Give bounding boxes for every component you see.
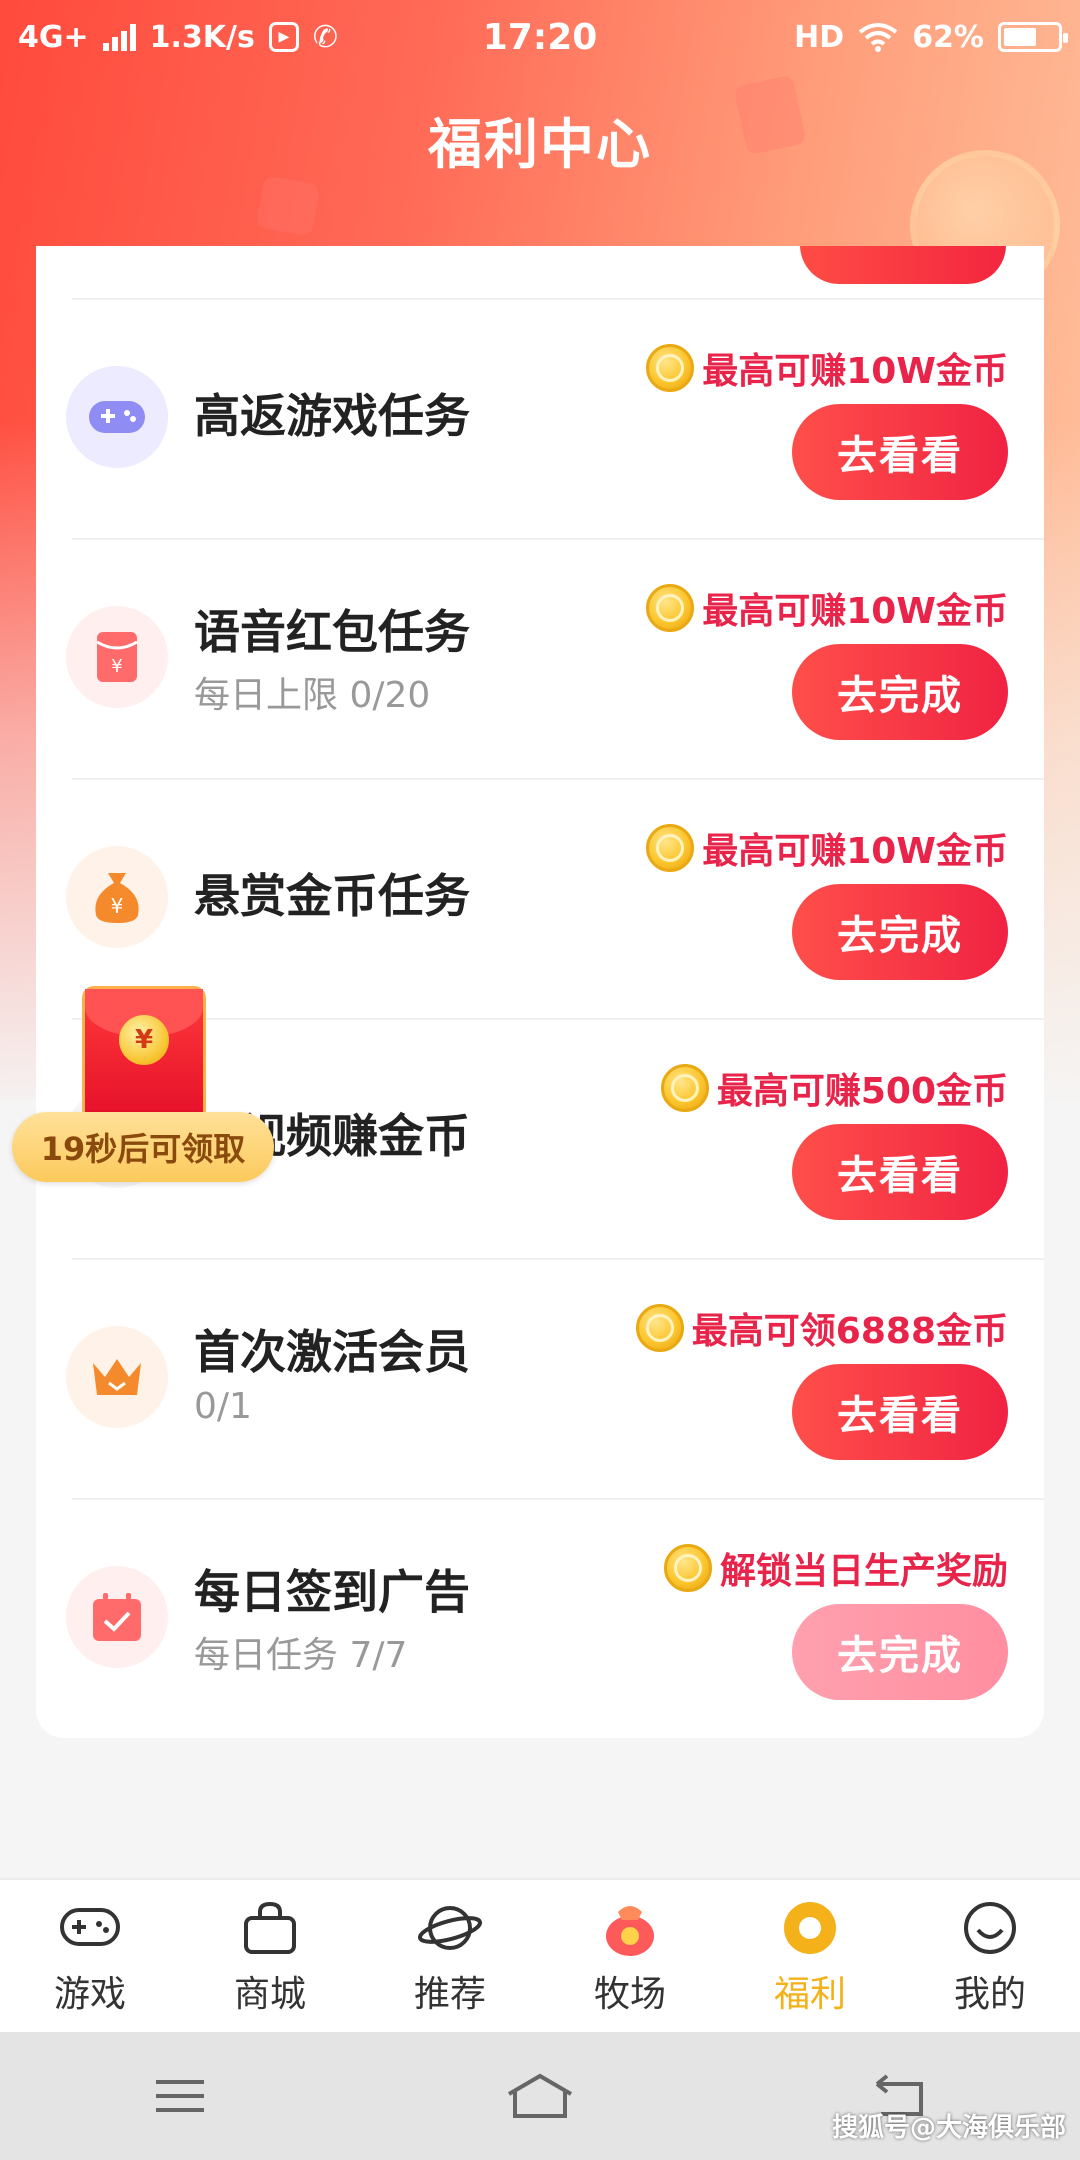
nav-label: 商城 [233,1974,306,2015]
row-divider [72,1018,1044,1020]
row-divider [72,1258,1044,1260]
nav-label: 牧场 [593,1974,666,2015]
gold-coin-icon [660,1064,709,1112]
home-icon [507,2073,573,2118]
signal-icon [102,23,136,51]
task-row: 每日签到广告每日任务 7/7 解锁当日生产奖励去完成 [36,1498,1044,1738]
nav-label: 我的 [953,1974,1026,2015]
network-speed: 1.3K/s [149,19,255,55]
nav-item-3[interactable]: 牧场 [540,1880,720,2032]
reward-text: 最高可赚500金币 [716,1071,1008,1112]
task-subtitle: 0/1 [194,1386,252,1427]
row-divider [72,778,1044,780]
watermark: 搜狐号@大海俱乐部 [831,2113,1066,2143]
nav-item-4[interactable]: 福利 [720,1880,900,2032]
task-reward: 最高可赚10W金币 [646,822,1008,874]
task-action-button[interactable]: 去完成 [792,884,1008,980]
yuan-coin-icon: ¥ [119,1015,169,1065]
decorative-envelope [255,175,321,237]
menu-icon [156,2080,204,2112]
battery-icon [998,22,1068,52]
task-reward: 解锁当日生产奖励 [663,1542,1008,1594]
home-button[interactable] [500,2066,580,2126]
task-title: 首次激活会员 [194,1325,470,1379]
task-subtitle: 每日上限 0/20 [194,675,431,716]
row-divider [72,1498,1044,1500]
task-title: 悬赏金币任务 [194,869,470,923]
planet-icon [417,1895,483,1961]
floating-red-packet[interactable]: ¥ [82,986,206,1122]
task-reward: 最高可赚10W金币 [646,582,1008,634]
reward-text: 解锁当日生产奖励 [719,1551,1008,1592]
gold-coin-icon [663,1544,712,1592]
task-action-button[interactable]: 去看看 [792,404,1008,500]
nav-item-5[interactable]: 我的 [900,1880,1080,2032]
svg-text:¥: ¥ [111,656,122,677]
phone-icon: ✆ [312,19,338,55]
task-title: 高返游戏任务 [194,389,470,443]
gold-coin-icon [646,824,695,872]
calendar-check-icon [66,1566,168,1668]
money-bag-icon: ¥ [66,846,168,948]
row-divider [72,538,1044,540]
wifi-icon [858,23,898,52]
nav-label: 福利 [773,1974,846,2015]
welfare-coin-icon [777,1895,843,1961]
task-title: 语音红包任务 [194,605,470,659]
task-reward: 最高可领6888金币 [635,1302,1008,1354]
row-divider [72,298,1044,300]
battery-percent: 62% [912,19,984,55]
gold-coin-icon [646,584,695,632]
network-type: 4G+ [18,19,89,55]
task-title: 每日签到广告 [194,1565,470,1619]
task-row: ¥ 悬赏金币任务 最高可赚10W金币去完成 [36,778,1044,1018]
reward-text: 最高可赚10W金币 [702,591,1008,632]
packet-timer[interactable]: 19秒后可领取 [12,1112,274,1182]
task-action-button[interactable]: 去看看 [792,1124,1008,1220]
task-row: 高返游戏任务 最高可赚10W金币去看看 [36,298,1044,538]
nav-label: 推荐 [413,1974,486,2015]
bottom-nav: 游戏 商城 推荐 牧场 福利 我的 [0,1878,1080,2032]
nav-item-2[interactable]: 推荐 [360,1880,540,2032]
reward-text: 最高可领6888金币 [691,1311,1008,1352]
status-bar: 4G+ 1.3K/s ▶ ✆ 17:20 HD 62% [0,0,1080,74]
red-envelope-icon: ¥ [66,606,168,708]
task-action-button[interactable]: 去看看 [792,1364,1008,1460]
page-title: 福利中心 [428,113,652,176]
nav-label: 游戏 [53,1974,126,2015]
task-reward: 最高可赚10W金币 [646,342,1008,394]
svg-text:¥: ¥ [111,894,124,918]
gamepad-icon [57,1895,123,1961]
reward-text: 最高可赚10W金币 [702,351,1008,392]
nav-item-1[interactable]: 商城 [180,1880,360,2032]
gold-coin-icon [646,344,695,392]
hd-indicator: HD [794,19,845,55]
smiley-icon [957,1895,1023,1961]
task-subtitle: 每日任务 7/7 [194,1635,408,1676]
shopping-bag-icon [237,1895,303,1961]
crown-icon [66,1326,168,1428]
task-row: 首次激活会员 0/1 最高可领6888金币去看看 [36,1258,1044,1498]
task-reward: 最高可赚500金币 [660,1062,1008,1114]
task-action-button[interactable]: 去完成 [792,1604,1008,1700]
task-row: ¥ 语音红包任务每日上限 0/20 最高可赚10W金币去完成 [36,538,1044,778]
nav-item-0[interactable]: 游戏 [0,1880,180,2032]
reward-text: 最高可赚10W金币 [702,831,1008,872]
gamepad-icon [66,366,168,468]
gold-coin-icon [635,1304,684,1352]
task-action-button[interactable]: 去完成 [792,644,1008,740]
media-icon: ▶ [268,22,299,52]
menu-button[interactable] [140,2066,220,2126]
ranch-bag-icon [597,1895,663,1961]
partial-action-button[interactable] [800,246,1006,284]
